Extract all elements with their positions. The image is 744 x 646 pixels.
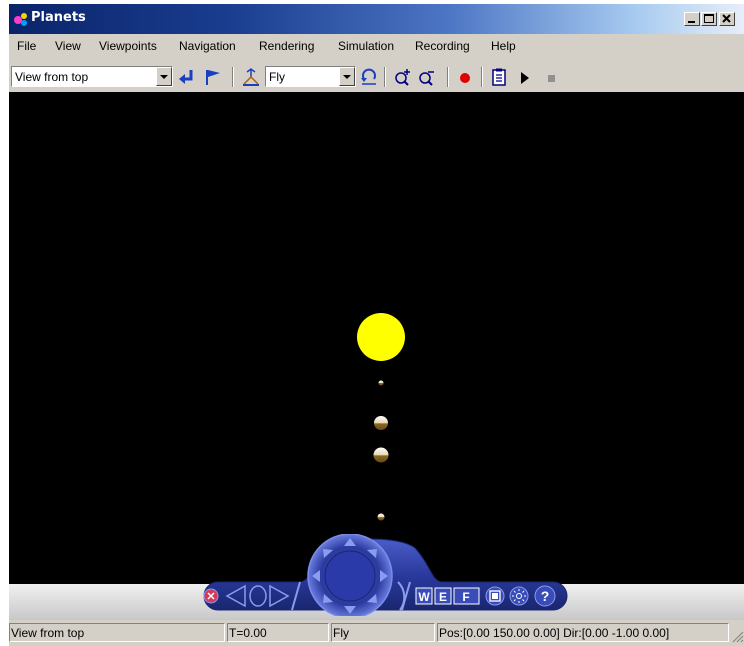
e-button[interactable]: E [434, 587, 452, 605]
minimize-icon [688, 21, 695, 23]
clipboard-icon[interactable] [489, 67, 509, 87]
planet-1 [378, 380, 384, 386]
viewpoint-dropdown-button[interactable] [156, 67, 172, 86]
status-bar: View from top T=0.00 Fly Pos:[0.00 150.0… [9, 620, 744, 646]
flag-icon[interactable] [203, 67, 223, 87]
menu-viewpoints[interactable]: Viewpoints [99, 39, 157, 53]
app-icon [14, 13, 27, 26]
toolbar: View from top Fly [9, 62, 744, 92]
toolbar-separator [481, 67, 483, 87]
e-button-label: E [439, 590, 447, 604]
menu-view[interactable]: View [55, 39, 81, 53]
3d-viewport[interactable] [9, 92, 744, 584]
chevron-down-icon [160, 75, 168, 79]
status-viewpoint: View from top [9, 623, 225, 642]
headlight-icon[interactable] [509, 586, 529, 606]
toolbar-separator [447, 67, 449, 87]
menu-navigation[interactable]: Navigation [179, 39, 236, 53]
viewpoint-select[interactable]: View from top [11, 66, 173, 87]
status-mode: Fly [331, 623, 435, 642]
status-position: Pos:[0.00 150.00 0.00] Dir:[0.00 -1.00 0… [437, 623, 729, 642]
nav-mode-select[interactable]: Fly [265, 66, 356, 87]
straighten-icon[interactable] [241, 67, 261, 87]
menu-bar: File View Viewpoints Navigation Renderin… [9, 35, 744, 57]
planet-2 [374, 416, 388, 430]
sun [357, 313, 405, 361]
chevron-down-icon [343, 75, 351, 79]
zoom-in-icon[interactable] [393, 67, 413, 87]
w-button-label: W [418, 590, 430, 604]
fit-view-icon[interactable] [485, 586, 505, 606]
menu-recording[interactable]: Recording [415, 39, 470, 53]
play-icon[interactable] [515, 67, 535, 87]
planet-4 [377, 513, 385, 521]
window-title: Planets [31, 10, 86, 25]
navigation-panel: W E F ? [203, 534, 568, 616]
close-icon [722, 14, 731, 23]
menu-simulation[interactable]: Simulation [338, 39, 394, 53]
toolbar-separator [232, 67, 234, 87]
status-time: T=0.00 [227, 623, 329, 642]
planets-scene [357, 313, 405, 521]
planet-3 [373, 447, 389, 463]
menu-rendering[interactable]: Rendering [259, 39, 314, 53]
zoom-out-icon[interactable] [417, 67, 437, 87]
w-button[interactable]: W [415, 587, 433, 605]
record-icon[interactable] [455, 67, 475, 87]
f-button-label: F [462, 590, 469, 604]
undo-move-icon[interactable] [359, 67, 379, 87]
nav-mode-select-value: Fly [269, 70, 285, 84]
menu-file[interactable]: File [17, 39, 36, 53]
close-button[interactable] [719, 12, 735, 26]
back-arrow-icon[interactable] [177, 67, 197, 87]
menu-help[interactable]: Help [491, 39, 516, 53]
help-icon[interactable]: ? [534, 585, 556, 607]
minimize-button[interactable] [684, 12, 700, 26]
maximize-button[interactable] [701, 12, 717, 26]
maximize-icon [704, 14, 714, 23]
viewpoint-select-value: View from top [15, 70, 89, 84]
stop-icon[interactable] [541, 67, 561, 87]
nav-mode-dropdown-button[interactable] [339, 67, 355, 86]
title-bar[interactable]: Planets [9, 4, 744, 34]
toolbar-separator [384, 67, 386, 87]
f-button[interactable]: F [453, 587, 480, 605]
help-button-label: ? [541, 588, 550, 604]
resize-grip-icon[interactable] [731, 630, 744, 643]
